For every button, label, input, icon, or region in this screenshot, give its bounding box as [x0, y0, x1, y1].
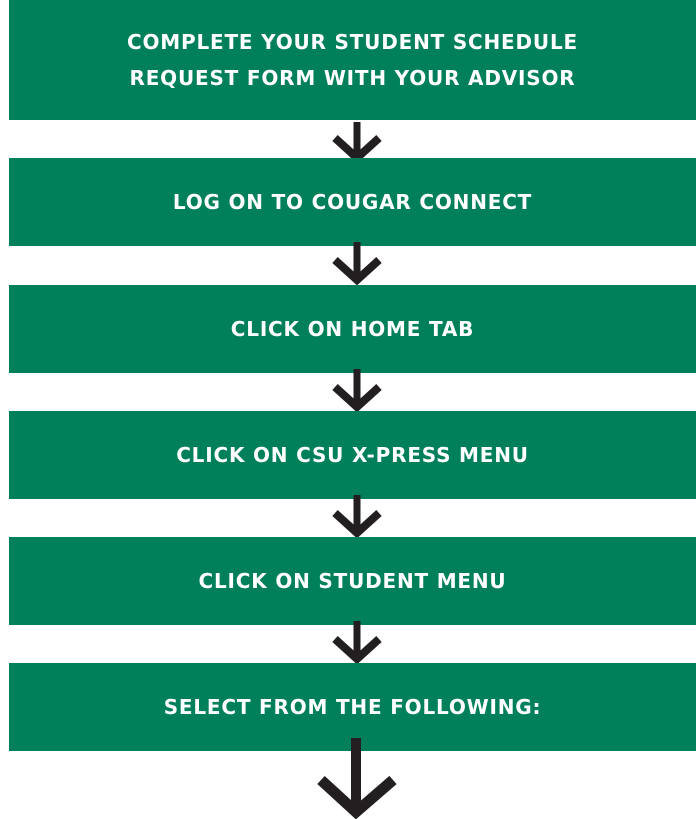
step-box-2: LOG ON TO COUGAR CONNECT — [9, 158, 696, 246]
step-label-5: CLICK ON STUDENT MENU — [198, 569, 507, 593]
down-arrow-icon — [332, 621, 382, 665]
down-arrow-icon — [332, 495, 382, 539]
step-box-4: CLICK ON CSU X-PRESS MENU — [9, 411, 696, 499]
large-down-arrow-icon — [317, 738, 397, 819]
step-label-6: SELECT FROM THE FOLLOWING: — [163, 695, 542, 719]
down-arrow-icon — [332, 242, 382, 286]
step-label-4: CLICK ON CSU X-PRESS MENU — [176, 443, 529, 467]
down-arrow-icon — [332, 369, 382, 413]
step-box-5: CLICK ON STUDENT MENU — [9, 537, 696, 625]
step-label-3: CLICK ON HOME TAB — [230, 317, 475, 341]
step-box-1: COMPLETE YOUR STUDENT SCHEDULE REQUEST F… — [9, 0, 696, 120]
step-label-1: COMPLETE YOUR STUDENT SCHEDULE REQUEST F… — [127, 30, 578, 90]
step-label-2: LOG ON TO COUGAR CONNECT — [172, 190, 533, 214]
step-box-3: CLICK ON HOME TAB — [9, 285, 696, 373]
